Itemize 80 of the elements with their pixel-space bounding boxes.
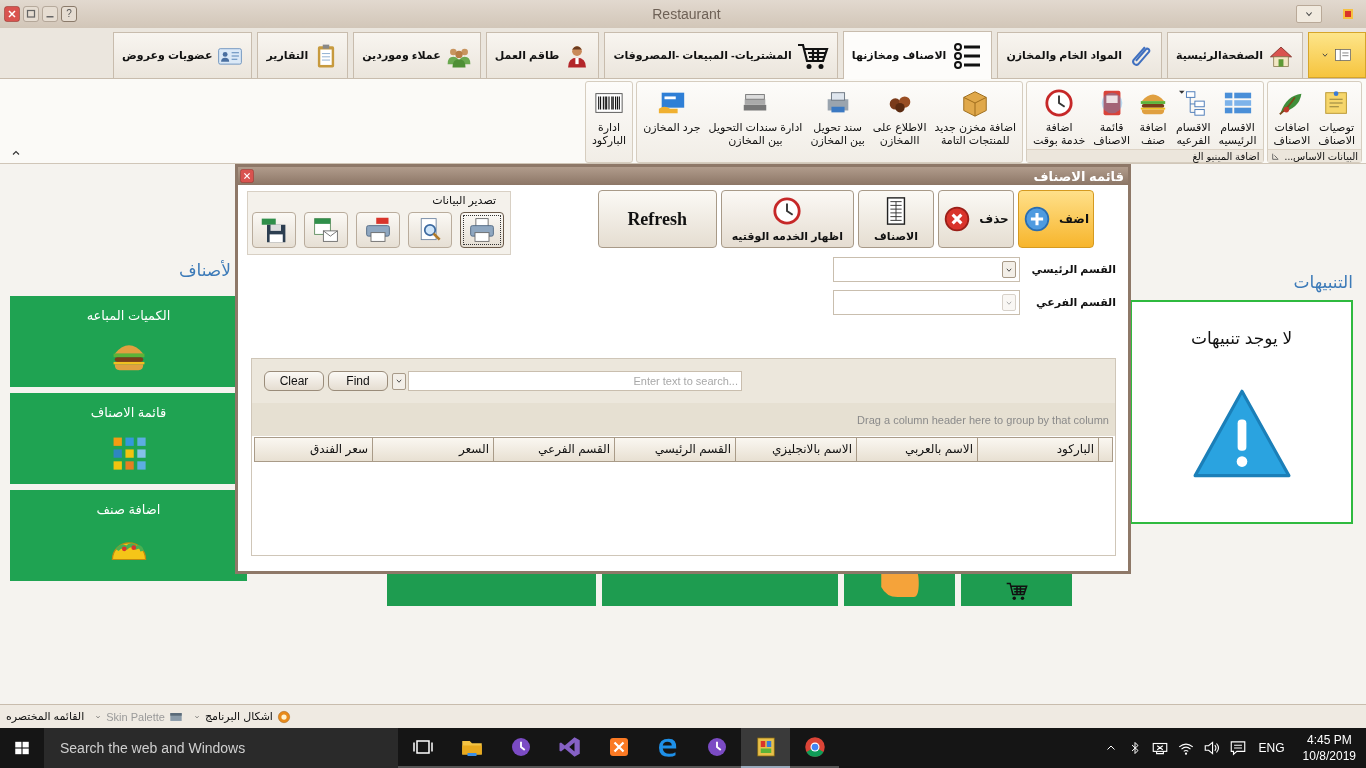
printer-icon — [364, 216, 392, 244]
clear-button[interactable]: Clear — [264, 371, 324, 391]
group-hint: Drag a column header here to group by that column — [857, 413, 1109, 426]
ribbon-button[interactable]: جرد المخازن — [640, 86, 704, 162]
column-header[interactable]: الباركود — [977, 438, 1098, 461]
close-icon[interactable] — [4, 6, 20, 22]
floppy-icon — [260, 216, 288, 244]
clock-icon — [1044, 88, 1075, 118]
printer-icon — [468, 216, 496, 244]
ribbon-button[interactable]: سند تحويل بين المخازن — [807, 86, 868, 162]
ribbon-button[interactable]: الاقسام الفرعيه — [1173, 86, 1214, 149]
column-header[interactable]: القسم الفرعي — [493, 438, 614, 461]
window-title: Restaurant — [651, 6, 722, 22]
delete-icon — [943, 205, 972, 233]
windows-icon — [13, 739, 31, 757]
restore-icon[interactable] — [23, 6, 39, 22]
column-header[interactable]: الاسم بالانجليزي — [735, 438, 856, 461]
ribbon-button[interactable]: اضافة صنف — [1135, 86, 1172, 149]
tab[interactable]: التقارير — [257, 32, 349, 78]
group-label: تصدير البيانات — [432, 194, 496, 206]
clock-time: 4:45 PM — [1306, 732, 1352, 748]
ribbon-button[interactable]: توصيات الاصناف — [1315, 86, 1358, 149]
clock-icon — [772, 195, 803, 226]
mail-icon — [312, 216, 340, 244]
toolbar-button[interactable]: Refresh — [597, 190, 717, 248]
dialog-title: قائمه الاصناف — [1033, 168, 1124, 184]
toolbar-button[interactable]: الاصناف — [858, 190, 934, 248]
palette-icon — [276, 709, 291, 724]
search-field[interactable]: Enter text to search... — [408, 371, 742, 391]
field-label: القسم الرئيسي — [1032, 263, 1116, 276]
app-menu-button[interactable] — [1308, 32, 1366, 78]
section-heading: لأصناف — [177, 260, 232, 282]
ribbon-button[interactable]: الاقسام الرئيسيه — [1215, 86, 1260, 149]
status-bar-button[interactable]: القائمه المختصره — [4, 709, 87, 724]
section-heading: التنبيهات — [1292, 272, 1353, 295]
notification-icon[interactable] — [1228, 739, 1247, 757]
group-label: البيانات الاساس... — [1284, 150, 1358, 162]
export-button[interactable] — [252, 212, 296, 248]
ribbon-button[interactable]: اضافات الاصناف — [1270, 86, 1314, 149]
ribbon-button[interactable]: ادارة الباركود — [588, 86, 630, 162]
tab[interactable]: الصفحةالرئيسية — [1167, 32, 1303, 78]
search-field[interactable]: Search the web and Windows — [44, 728, 398, 768]
tab[interactable]: عملاء وموردين — [353, 32, 481, 78]
language-indicator[interactable]: ENG — [1258, 741, 1285, 755]
find-button[interactable]: Find — [328, 371, 388, 391]
column-header[interactable]: سعر الفندق — [255, 438, 372, 461]
ribbon-button[interactable]: الاطلاع على االمخازن — [869, 86, 930, 162]
speaker-icon[interactable] — [1202, 739, 1221, 757]
toolbar-button[interactable]: اظهار الخدمه الوقتيه — [720, 190, 854, 248]
tab[interactable]: عضويات وعروض — [113, 32, 253, 78]
column-header[interactable]: الاسم بالعربي — [856, 438, 977, 461]
launcher-icon[interactable] — [1270, 151, 1280, 161]
export-button[interactable] — [460, 212, 504, 248]
status-bar-button[interactable]: اشكال البرنامج — [190, 709, 293, 724]
app-icon[interactable] — [1340, 6, 1356, 22]
column-header[interactable]: القسم الرئيسي — [614, 438, 735, 461]
taskbar-app[interactable] — [741, 728, 790, 768]
dropdown-field[interactable] — [833, 257, 1020, 282]
cart-icon — [1005, 580, 1028, 602]
group-label: اضافة المينيو الغ — [1192, 150, 1260, 162]
ribbon-button[interactable]: اضافة خدمة بوقت — [1030, 86, 1089, 149]
ribbon-button[interactable]: ادارة سندات التحويل بين المخازن — [705, 86, 806, 162]
clock-date: 10/8/2019 — [1302, 748, 1356, 764]
tab[interactable]: المشتريات- المبيعات -المصروفات — [604, 32, 838, 78]
minimize-icon[interactable] — [42, 6, 58, 22]
close-icon[interactable] — [240, 169, 254, 183]
column-header[interactable]: السعر — [372, 438, 493, 461]
alert-message: لا يوجد تنبيهات — [1190, 328, 1293, 349]
browser-icon — [802, 735, 827, 759]
toolbar-button[interactable]: حذف — [938, 190, 1014, 248]
tab[interactable]: طاقم العمل — [485, 32, 600, 78]
tab[interactable]: المواد الخام والمخازن — [997, 32, 1162, 78]
ribbon-button[interactable]: اضافة مخزن جديد للمنتجات التامة — [931, 86, 1020, 162]
field-label: القسم الفرعي — [1035, 296, 1116, 309]
plus-icon — [1023, 205, 1051, 233]
ribbon-button[interactable]: قائمة الاصناف — [1090, 86, 1134, 149]
bowtie-icon — [557, 735, 582, 759]
toolbar-button[interactable]: اضف — [1018, 190, 1094, 248]
help-button[interactable]: ? — [61, 6, 77, 22]
tab[interactable]: الاصناف ومخازنها — [842, 31, 993, 79]
